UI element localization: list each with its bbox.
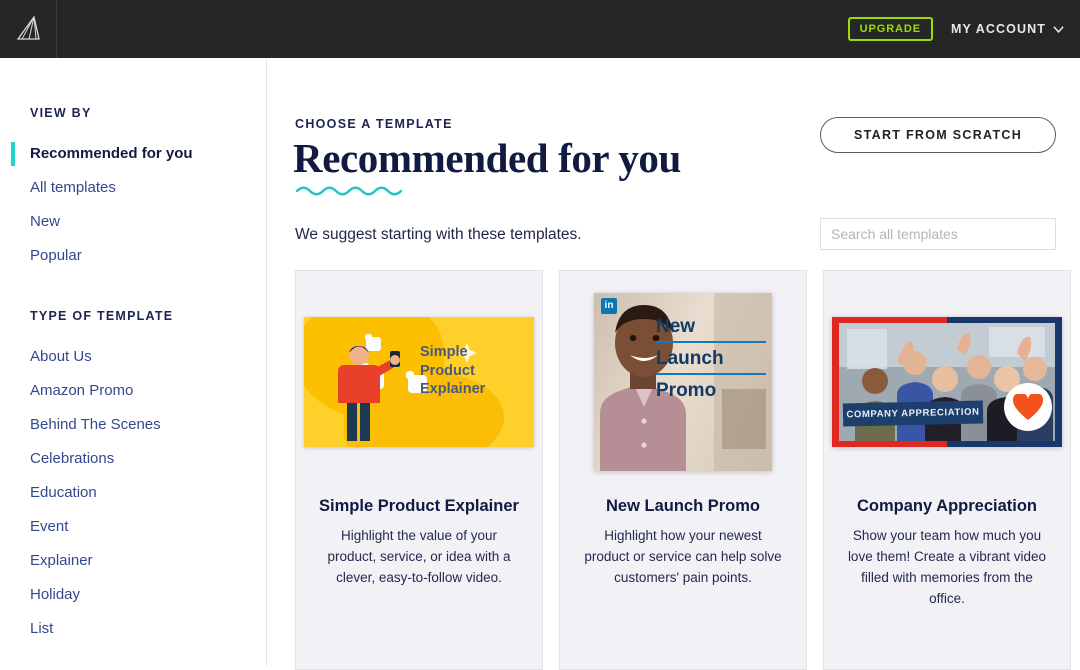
sidebar-item-label: About Us	[30, 348, 92, 365]
upgrade-button[interactable]: UPGRADE	[847, 17, 933, 41]
heart-icon	[1004, 383, 1052, 431]
template-card-company-appreciation[interactable]: COMPANY APPRECIATION Company Appreciatio…	[823, 270, 1071, 670]
sidebar-item-behind-the-scenes[interactable]: Behind The Scenes	[0, 408, 266, 442]
template-thumbnail: Simple Product Explainer	[296, 271, 542, 493]
search-input[interactable]	[820, 218, 1056, 250]
template-card-new-launch-promo[interactable]: in New Launch Promo New Launch Promo Hig…	[559, 270, 807, 670]
card-description: Show your team how much you love them! C…	[847, 528, 1047, 606]
sidebar-item-new[interactable]: New	[0, 205, 266, 239]
app-logo[interactable]	[0, 0, 57, 58]
top-navigation-bar: UPGRADE MY ACCOUNT	[0, 0, 1080, 58]
sidebar-item-label: All templates	[30, 179, 116, 196]
sidebar-item-explainer[interactable]: Explainer	[0, 544, 266, 578]
sidebar-item-label: List	[30, 620, 54, 637]
card-title: Company Appreciation	[857, 497, 1037, 515]
thumbnail-banner-text: COMPANY APPRECIATION	[842, 400, 984, 427]
template-thumbnail: COMPANY APPRECIATION	[824, 271, 1070, 493]
sidebar-heading-view-by: VIEW BY	[30, 106, 92, 120]
sidebar-item-label: Education	[30, 484, 97, 501]
sidebar-item-label: Event	[30, 518, 69, 535]
page-eyebrow: CHOOSE A TEMPLATE	[295, 117, 453, 131]
sidebar-item-label: Recommended for you	[30, 145, 193, 162]
sidebar-item-event[interactable]: Event	[0, 510, 266, 544]
squiggle-underline-icon	[295, 184, 403, 202]
card-description: Highlight how your newest product or ser…	[584, 528, 782, 585]
sidebar-heading-type-of-template: TYPE OF TEMPLATE	[30, 309, 174, 323]
template-card-simple-product-explainer[interactable]: Simple Product Explainer Simple Product …	[295, 270, 543, 670]
page-title: Recommended for you	[293, 135, 681, 181]
sidebar-item-label: Popular	[30, 247, 82, 264]
wing-logo-icon	[13, 14, 43, 44]
sidebar-item-amazon-promo[interactable]: Amazon Promo	[0, 374, 266, 408]
template-card-grid: Simple Product Explainer Simple Product …	[295, 270, 1071, 670]
my-account-label: MY ACCOUNT	[950, 22, 1046, 36]
sidebar-item-label: Amazon Promo	[30, 382, 134, 399]
thumbnail-text: Simple Product Explainer	[420, 344, 486, 398]
page-subtitle: We suggest starting with these templates…	[295, 226, 582, 243]
chevron-down-icon	[1053, 25, 1064, 33]
sidebar: VIEW BY Recommended for you All template…	[0, 58, 267, 666]
sidebar-item-label: Holiday	[30, 586, 81, 603]
sidebar-item-holiday[interactable]: Holiday	[0, 578, 266, 612]
sidebar-item-label: Celebrations	[30, 450, 115, 467]
sidebar-item-label: Explainer	[30, 552, 93, 569]
sidebar-item-label: New	[30, 213, 61, 230]
my-account-menu[interactable]: MY ACCOUNT	[951, 22, 1064, 36]
top-nav-actions: UPGRADE MY ACCOUNT	[847, 17, 1080, 41]
sidebar-item-all-templates[interactable]: All templates	[0, 171, 266, 205]
thumbnail-company-appreciation: COMPANY APPRECIATION	[832, 317, 1062, 447]
card-title: New Launch Promo	[605, 497, 761, 515]
sidebar-item-popular[interactable]: Popular	[0, 239, 266, 273]
sidebar-item-list[interactable]: List	[0, 612, 266, 646]
start-from-scratch-button[interactable]: START FROM SCRATCH	[820, 117, 1056, 153]
thumbnail-simple-product-explainer: Simple Product Explainer	[304, 317, 534, 447]
thumbnail-text: New Launch Promo	[656, 311, 766, 405]
card-description: Highlight the value of your product, ser…	[327, 528, 511, 585]
main-content: CHOOSE A TEMPLATE Recommended for you We…	[267, 58, 1080, 670]
sidebar-item-label: Behind The Scenes	[30, 416, 161, 433]
thumbnail-new-launch-promo: in New Launch Promo	[594, 293, 772, 471]
sidebar-item-about-us[interactable]: About Us	[0, 340, 266, 374]
card-title: Simple Product Explainer	[319, 497, 519, 515]
sidebar-item-recommended-for-you[interactable]: Recommended for you	[0, 137, 266, 171]
linkedin-icon: in	[601, 298, 617, 314]
sidebar-item-education[interactable]: Education	[0, 476, 266, 510]
sidebar-item-celebrations[interactable]: Celebrations	[0, 442, 266, 476]
template-thumbnail: in New Launch Promo	[560, 271, 806, 493]
